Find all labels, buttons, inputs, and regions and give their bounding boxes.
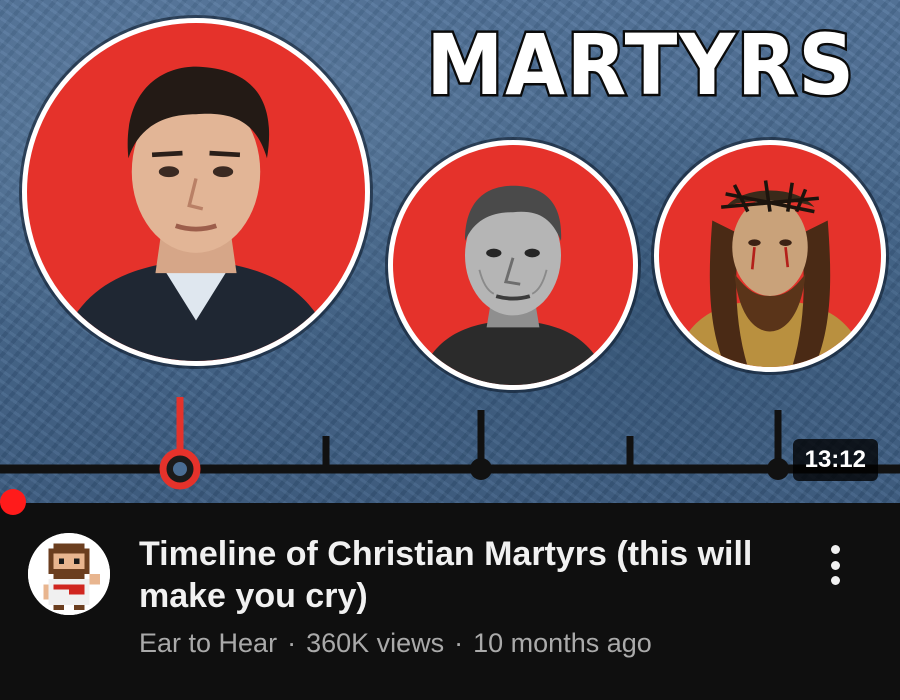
video-subline: Ear to Hear · 360K views · 10 months ago (139, 628, 652, 659)
menu-dot (830, 560, 840, 570)
portrait-left (22, 18, 370, 366)
video-thumbnail[interactable]: MARTYRS 13:12 (0, 0, 900, 503)
channel-name[interactable]: Ear to Hear (139, 628, 277, 658)
progress-scrubber-handle[interactable] (0, 489, 26, 515)
video-metadata: Timeline of Christian Martyrs (this will… (0, 503, 900, 700)
portrait-left-illustration (54, 66, 338, 361)
upload-age: 10 months ago (473, 628, 652, 658)
view-count: 360K views (306, 628, 445, 658)
portrait-right-illustration (672, 180, 868, 367)
video-title[interactable]: Timeline of Christian Martyrs (this will… (139, 533, 779, 617)
portrait-right (654, 140, 886, 372)
video-card[interactable]: MARTYRS 13:12 Timeline of Christian Mart… (0, 0, 900, 700)
pixel-character-avatar-icon (28, 533, 110, 615)
separator-dot: · (454, 628, 464, 658)
duration-badge: 13:12 (792, 439, 878, 481)
separator-dot: · (287, 628, 297, 658)
portrait-middle-illustration (417, 185, 609, 385)
more-options-icon[interactable] (818, 543, 852, 587)
channel-avatar[interactable] (28, 533, 110, 615)
thumbnail-title-text: MARTYRS (424, 14, 856, 117)
portrait-middle (388, 140, 638, 390)
menu-dot (830, 545, 840, 554)
menu-dot (830, 576, 840, 585)
